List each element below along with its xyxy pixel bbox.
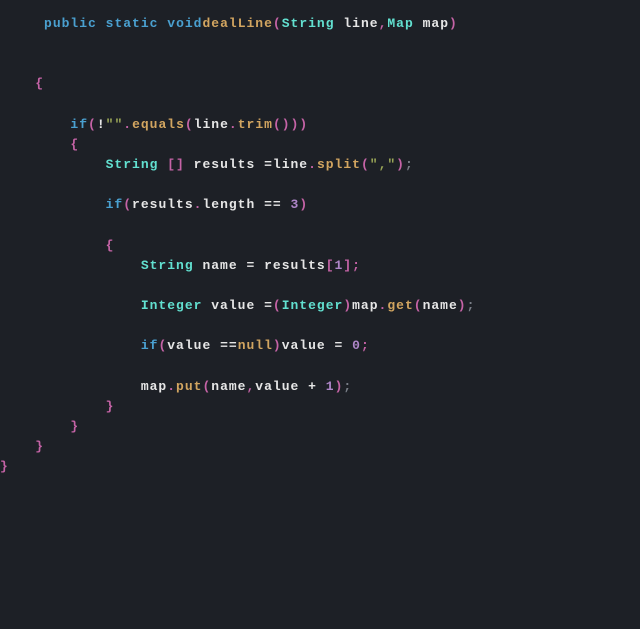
brace-open: { — [106, 238, 115, 253]
code-block: public static voiddealLine(String line,M… — [0, 0, 640, 477]
code-line: } — [0, 459, 9, 474]
brace-open: { — [35, 76, 44, 91]
code-line: if(value ==null)value = 0; — [0, 338, 370, 353]
code-line: { — [0, 137, 79, 152]
code-line: Integer value =(Integer)map.get(name); — [0, 298, 475, 313]
brace-close: } — [70, 419, 79, 434]
brace-close: } — [35, 439, 44, 454]
code-line: map.put(name,value + 1); — [0, 379, 352, 394]
code-line: } — [0, 439, 44, 454]
keyword-void: void — [167, 16, 202, 31]
number-literal: 3 — [291, 197, 300, 212]
type-string: String — [282, 16, 335, 31]
keyword-if: if — [106, 197, 124, 212]
brace-close: } — [106, 399, 115, 414]
keyword-static: static — [106, 16, 159, 31]
code-line: } — [0, 419, 79, 434]
type-integer: Integer — [141, 298, 203, 313]
code-line: { — [0, 238, 114, 253]
string-literal: "," — [370, 157, 396, 172]
code-line: } — [0, 399, 114, 414]
number-literal: 0 — [352, 338, 361, 353]
keyword-public: public — [44, 16, 97, 31]
null-literal: null — [238, 338, 273, 353]
code-line: if(results.length == 3) — [0, 197, 308, 212]
brace-open: { — [70, 137, 79, 152]
keyword-if: if — [141, 338, 159, 353]
keyword-if: if — [70, 117, 88, 132]
code-line: if(!"".equals(line.trim())) — [0, 117, 308, 132]
code-line: String [] results =line.split(","); — [0, 157, 414, 172]
code-line: { — [0, 76, 44, 91]
number-literal: 1 — [326, 379, 335, 394]
string-literal: "" — [106, 117, 124, 132]
code-line: public static voiddealLine(String line,M… — [0, 16, 458, 31]
type-map: Map — [387, 16, 413, 31]
method-dealLine: dealLine — [202, 16, 272, 31]
code-line: String name = results[1]; — [0, 258, 361, 273]
brace-close: } — [0, 459, 9, 474]
